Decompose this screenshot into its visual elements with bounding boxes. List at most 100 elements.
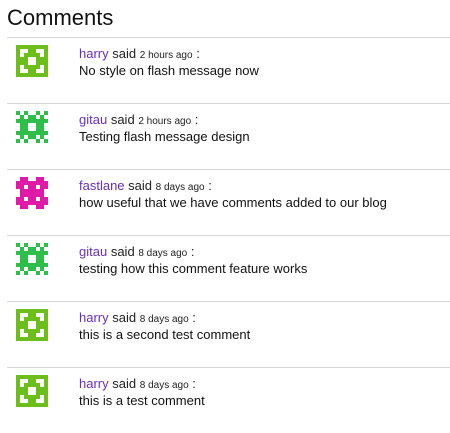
identicon-cell — [28, 337, 32, 341]
identicon-cell — [44, 139, 48, 143]
identicon-cell — [16, 263, 20, 267]
identicon-cell — [40, 391, 44, 395]
identicon-cell — [20, 321, 24, 325]
comment-text: Testing flash message design — [79, 129, 250, 144]
identicon-cell — [40, 131, 44, 135]
identicon-cell — [40, 185, 44, 189]
identicon-cell — [36, 251, 40, 255]
identicon-cell — [32, 65, 36, 69]
identicon-cell — [36, 391, 40, 395]
comment-author-link[interactable]: harry — [79, 310, 109, 325]
identicon-cell — [16, 65, 20, 69]
avatar-identicon-icon[interactable] — [16, 243, 48, 275]
identicon-cell — [36, 123, 40, 127]
identicon-cell — [44, 201, 48, 205]
avatar-identicon-icon[interactable] — [16, 375, 48, 407]
identicon-cell — [36, 131, 40, 135]
identicon-cell — [36, 243, 40, 247]
identicon-cell — [16, 111, 20, 115]
identicon-cell — [32, 49, 36, 53]
avatar-identicon-icon[interactable] — [16, 177, 48, 209]
comment-meta: harry said 8 days ago : — [79, 310, 196, 328]
identicon-cell — [16, 181, 20, 185]
identicon-cell — [16, 313, 20, 317]
comment-time: 8 days ago — [139, 380, 189, 391]
comment-author-link[interactable]: fastlane — [79, 178, 125, 193]
avatar-identicon-icon[interactable] — [16, 111, 48, 143]
identicon-cell — [44, 325, 48, 329]
identicon-cell — [20, 57, 24, 61]
comment-meta: harry said 2 hours ago : — [79, 46, 200, 64]
identicon-cell — [44, 333, 48, 337]
identicon-cell — [44, 383, 48, 387]
identicon-cell — [36, 387, 40, 391]
identicon-cell — [44, 131, 48, 135]
identicon-cell — [28, 135, 32, 139]
identicon-cell — [44, 313, 48, 317]
identicon-cell — [24, 61, 28, 65]
comment-text: this is a second test comment — [79, 327, 251, 342]
identicon-cell — [40, 325, 44, 329]
identicon-cell — [36, 321, 40, 325]
identicon-cell — [16, 73, 20, 77]
identicon-cell — [24, 131, 28, 135]
identicon-cell — [44, 375, 48, 379]
identicon-cell — [16, 391, 20, 395]
identicon-cell — [36, 177, 40, 181]
said-label: said — [110, 112, 135, 127]
said-label: said — [110, 244, 135, 259]
identicon-cell — [28, 251, 32, 255]
identicon-cell — [24, 111, 28, 115]
identicon-cell — [28, 263, 32, 267]
avatar-identicon-icon[interactable] — [16, 309, 48, 341]
identicon-cell — [24, 123, 28, 127]
identicon-cell — [28, 73, 32, 77]
comment-time: 2 hours ago — [139, 50, 193, 61]
identicon-cell — [24, 403, 28, 407]
comment-author-link[interactable]: gitau — [79, 112, 107, 127]
identicon-cell — [20, 181, 24, 185]
identicon-cell — [20, 375, 24, 379]
identicon-cell — [16, 325, 20, 329]
identicon-cell — [20, 127, 24, 131]
identicon-cell — [40, 127, 44, 131]
identicon-cell — [40, 205, 44, 209]
identicon-cell — [44, 181, 48, 185]
identicon-cell — [20, 193, 24, 197]
identicon-cell — [32, 45, 36, 49]
identicon-cell — [44, 57, 48, 61]
identicon-cell — [16, 387, 20, 391]
identicon-cell — [24, 243, 28, 247]
identicon-cell — [24, 271, 28, 275]
comment-author-link[interactable]: gitau — [79, 244, 107, 259]
identicon-cell — [32, 181, 36, 185]
identicon-cell — [16, 309, 20, 313]
identicon-cell — [44, 53, 48, 57]
identicon-cell — [36, 193, 40, 197]
identicon-cell — [40, 263, 44, 267]
identicon-cell — [36, 181, 40, 185]
identicon-cell — [16, 399, 20, 403]
identicon-cell — [36, 201, 40, 205]
identicon-cell — [20, 309, 24, 313]
identicon-cell — [20, 391, 24, 395]
comment-item: gitau said 2 hours ago : Testing flash m… — [7, 103, 450, 169]
identicon-cell — [36, 259, 40, 263]
identicon-cell — [16, 49, 20, 53]
comment-author-link[interactable]: harry — [79, 46, 109, 61]
comment-text: how useful that we have comments added t… — [79, 195, 387, 210]
comment-text: testing how this comment feature works — [79, 261, 308, 276]
meta-colon: : — [208, 178, 212, 193]
identicon-cell — [36, 255, 40, 259]
identicon-cell — [44, 403, 48, 407]
identicon-cell — [28, 399, 32, 403]
identicon-cell — [36, 325, 40, 329]
identicon-cell — [24, 329, 28, 333]
avatar-identicon-icon[interactable] — [16, 45, 48, 77]
identicon-cell — [28, 119, 32, 123]
comment-author-link[interactable]: harry — [79, 376, 109, 391]
identicon-cell — [24, 193, 28, 197]
identicon-cell — [24, 251, 28, 255]
identicon-cell — [28, 69, 32, 73]
identicon-cell — [44, 65, 48, 69]
